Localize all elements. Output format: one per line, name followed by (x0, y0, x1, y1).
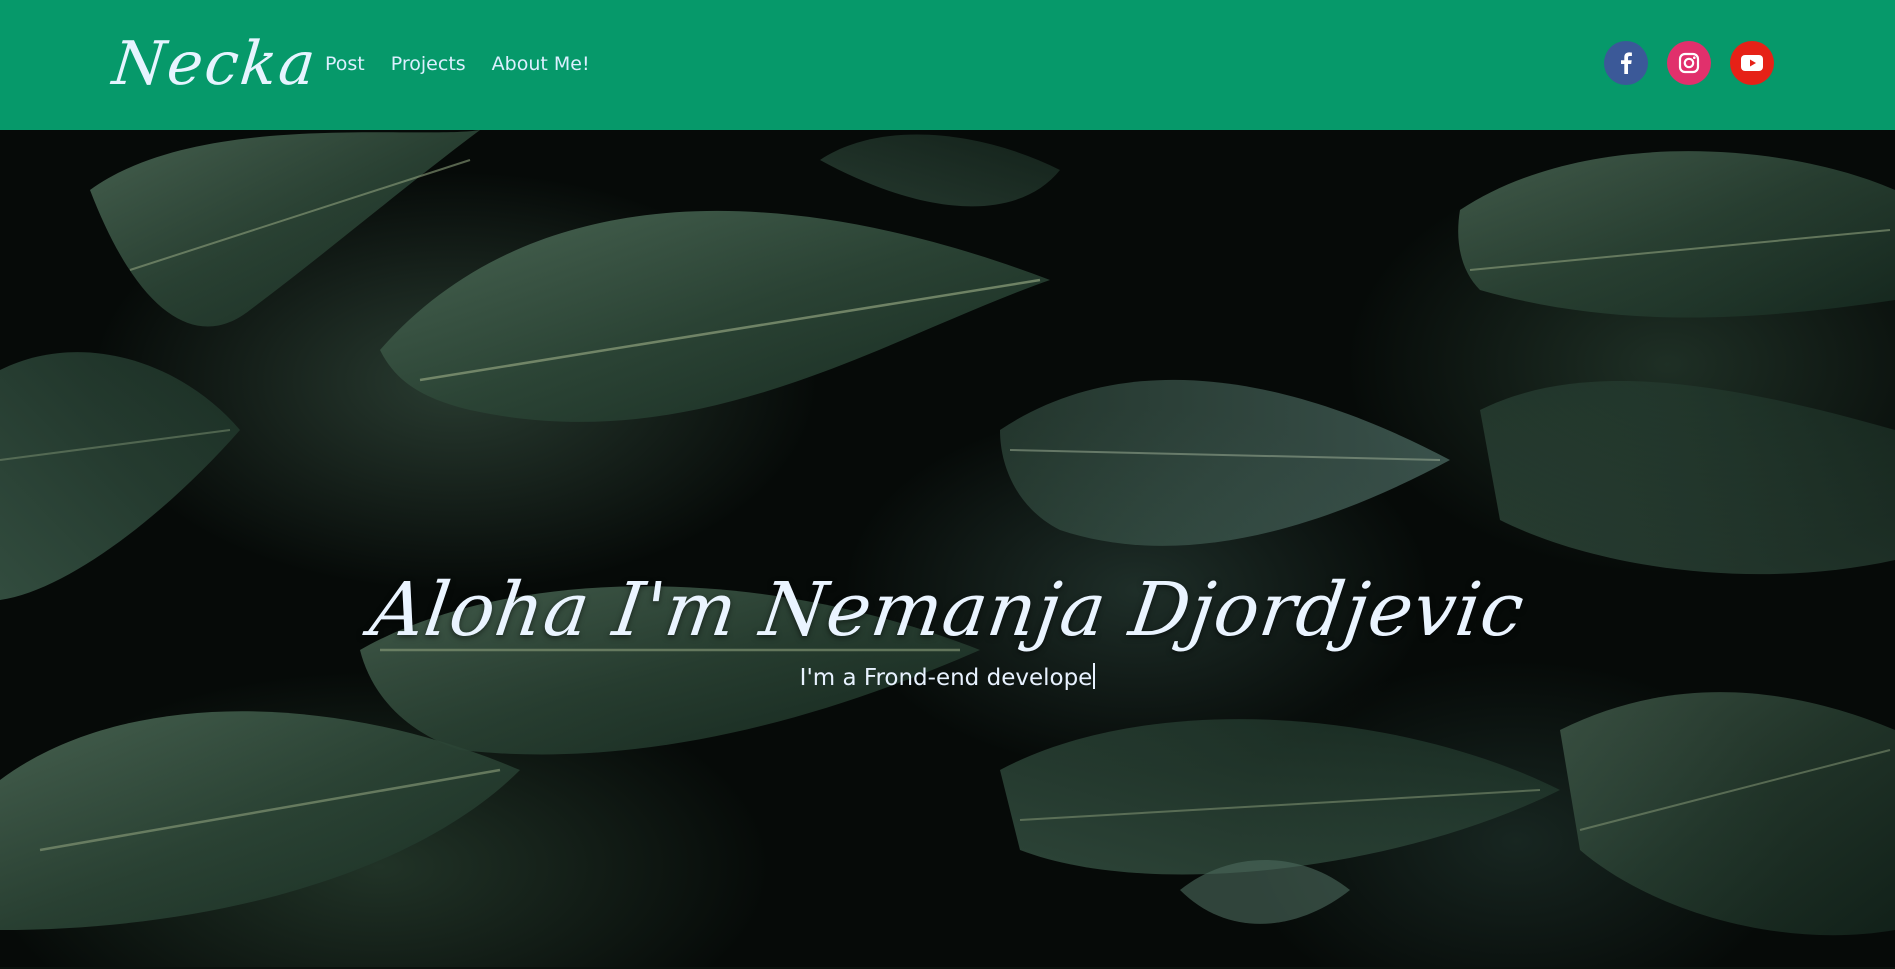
navbar: Necka Post Projects About Me! (0, 0, 1895, 130)
hero-subtitle-text: I'm a Frond-end develope (799, 665, 1093, 691)
facebook-button[interactable] (1604, 41, 1648, 85)
instagram-icon (1678, 52, 1700, 74)
hero-section: Aloha I'm Nemanja Djordjevic I'm a Frond… (0, 130, 1895, 967)
nav-link-post[interactable]: Post (325, 50, 365, 78)
nav-link-projects[interactable]: Projects (391, 50, 466, 78)
facebook-icon (1621, 52, 1632, 74)
instagram-button[interactable] (1667, 41, 1711, 85)
nav-link-about[interactable]: About Me! (492, 50, 590, 78)
social-links (1604, 41, 1774, 85)
hero-title: Aloha I'm Nemanja Djordjevic (365, 567, 1530, 653)
hero-subtitle: I'm a Frond-end develope (0, 660, 1895, 696)
leaves-background-image (0, 130, 1895, 936)
nav-links: Post Projects About Me! (325, 50, 590, 78)
brand-logo[interactable]: Necka (109, 24, 321, 104)
youtube-icon (1741, 55, 1763, 71)
youtube-button[interactable] (1730, 41, 1774, 85)
typing-caret (1093, 663, 1096, 689)
